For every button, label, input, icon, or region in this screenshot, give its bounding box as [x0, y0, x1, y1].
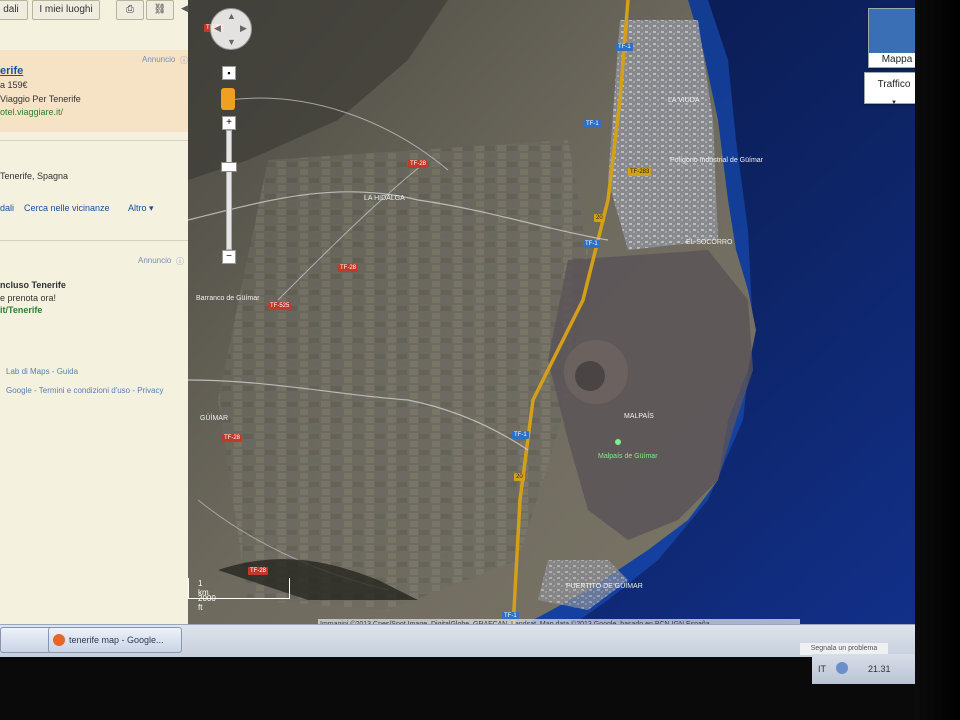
route-shield: TF-283	[628, 168, 652, 176]
pan-control[interactable]: ▲ ▼ ◀ ▶	[210, 8, 252, 50]
ad-url[interactable]: otel.viaggiare.it/	[0, 107, 63, 117]
ad-price: a 159€	[0, 80, 28, 90]
place-poligono-industrial: Polígono Industrial de Güímar	[670, 157, 764, 164]
system-tray: IT 21.31	[812, 654, 915, 684]
monitor-bezel	[915, 0, 960, 720]
zoom-slider-top[interactable]: ▪	[222, 66, 236, 80]
zoom-in-button[interactable]: +	[222, 116, 236, 130]
satellite-imagery: LA HIDALGA Polígono Industrial de Güímar…	[188, 0, 915, 628]
print-icon: ⎙	[126, 4, 134, 15]
pan-right-icon[interactable]: ▶	[240, 23, 247, 34]
divider	[0, 240, 195, 241]
place-barranco: Barranco de Güímar	[196, 295, 260, 302]
link-icon: ⛓	[153, 4, 167, 15]
place-malpais-de-guimar[interactable]: Malpaís de Güímar	[598, 453, 658, 460]
route-shield: TF-1	[512, 431, 529, 439]
ad-text: e prenota ora!	[0, 293, 57, 303]
taskbar: tenerife map - Google...	[0, 624, 915, 657]
scale-ft: 2000 ft	[198, 594, 216, 612]
place-malpais: MALPAÍS	[624, 411, 654, 420]
info-icon[interactable]: ⓘ	[180, 55, 188, 66]
map-type-mappa-button[interactable]: Mappa	[868, 8, 915, 68]
result-address: Tenerife, Spagna	[0, 171, 69, 181]
print-button[interactable]: ⎙	[116, 0, 144, 20]
place-el-socorro: EL SOCORRO	[686, 239, 733, 246]
ad-title: ncluso Tenerife	[0, 280, 66, 290]
link-button[interactable]: ⛓	[146, 0, 174, 20]
sponsored-ad: Annuncio ⓘ erife a 159€ Viaggio Per Tene…	[0, 50, 195, 132]
info-icon[interactable]: ⓘ	[176, 256, 184, 267]
ad-url[interactable]: it/Tenerife	[0, 305, 42, 315]
route-shield: TF-28	[408, 160, 429, 168]
terms-links[interactable]: Google - Termini e condizioni d'uso - Pr…	[6, 386, 163, 395]
route-shield: TF-1	[584, 120, 601, 128]
my-places-button[interactable]: I miei luoghi	[32, 0, 100, 20]
satellite-map[interactable]: LA HIDALGA Polígono Industrial de Güímar…	[188, 0, 915, 628]
search-nearby-link[interactable]: Cerca nelle vicinanze	[24, 203, 110, 213]
input-language[interactable]: IT	[818, 664, 826, 674]
network-icon[interactable]	[836, 662, 848, 674]
dettagli-button[interactable]: dali	[0, 0, 28, 20]
divider	[0, 140, 195, 141]
taskbar-browser-label: tenerife map - Google...	[69, 635, 164, 645]
zoom-thumb[interactable]	[221, 162, 237, 172]
route-shield: TF-28	[248, 567, 269, 575]
maps-lab-links[interactable]: Lab di Maps - Guida	[6, 367, 78, 376]
ad-label: Annuncio	[138, 256, 172, 265]
mappa-label: Mappa	[869, 53, 915, 67]
screen: dali I miei luoghi ⎙ ⛓ ◀ Annuncio ⓘ erif…	[0, 0, 960, 720]
route-shield: 20	[514, 473, 525, 481]
chevron-down-icon: ▼	[891, 100, 897, 106]
pegman-icon[interactable]	[221, 88, 235, 110]
firefox-icon	[53, 634, 65, 646]
place-la-hidalga: LA HIDALGA	[364, 195, 405, 202]
sponsored-ad-2: Annuncio ⓘ ncluso Tenerife e prenota ora…	[0, 250, 195, 325]
place-guimar: GÜÍMAR	[200, 413, 228, 422]
pan-left-icon[interactable]: ◀	[214, 23, 221, 34]
pan-down-icon[interactable]: ▼	[227, 37, 236, 47]
traffico-label: Traffico	[877, 79, 911, 90]
route-shield: TF-28	[338, 264, 359, 272]
search-results-panel: dali I miei luoghi ⎙ ⛓ ◀ Annuncio ⓘ erif…	[0, 0, 196, 628]
route-shield: TF-1	[616, 43, 633, 51]
directions-link[interactable]: dali	[0, 203, 14, 213]
route-shield: TF-1	[583, 240, 600, 248]
ad-text: Viaggio Per Tenerife	[0, 94, 81, 104]
route-shield: 20	[594, 214, 605, 222]
panel-toolbar: dali I miei luoghi ⎙ ⛓ ◀	[0, 0, 195, 22]
zoom-out-button[interactable]: −	[222, 250, 236, 264]
place-la-viuda: LA VIUDA	[668, 97, 700, 104]
traffic-button[interactable]: Traffico ▼	[864, 72, 915, 106]
pan-up-icon[interactable]: ▲	[227, 11, 236, 21]
taskbar-browser-item[interactable]: tenerife map - Google...	[48, 627, 182, 653]
collapse-panel-icon[interactable]: ◀	[181, 3, 188, 14]
route-shield: TF-28	[222, 434, 243, 442]
clock[interactable]: 21.31	[868, 664, 891, 674]
more-dropdown[interactable]: Altro ▾	[128, 203, 154, 214]
zoom-track[interactable]	[226, 130, 232, 250]
ad-title-link[interactable]: erife	[0, 65, 23, 77]
ad-label: Annuncio	[142, 55, 176, 64]
place-puertito: PUERTITO DE GÜÍMAR	[566, 581, 643, 590]
route-shield: TF-525	[268, 302, 292, 310]
